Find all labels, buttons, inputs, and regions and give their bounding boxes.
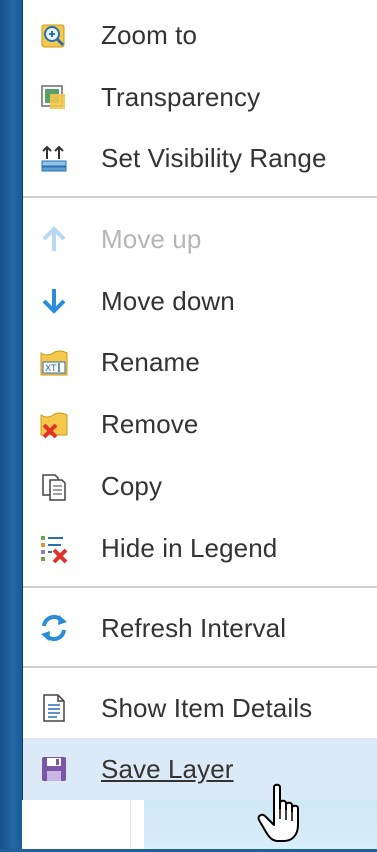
menu-separator <box>23 666 377 668</box>
menu-item-rename[interactable]: XT Rename <box>23 331 377 393</box>
menu-item-zoom-to[interactable]: Zoom to <box>23 4 377 66</box>
menu-item-copy[interactable]: Copy <box>23 455 377 517</box>
save-icon <box>39 754 69 784</box>
map-background <box>0 0 22 849</box>
panel-divider <box>130 800 131 849</box>
menu-item-save-layer[interactable]: Save Layer <box>23 738 377 800</box>
rename-icon: XT <box>39 347 69 377</box>
menu-item-transparency[interactable]: Transparency <box>23 66 377 128</box>
menu-item-label: Move up <box>101 223 202 254</box>
remove-icon <box>39 409 69 439</box>
menu-item-show-item-details[interactable]: Show Item Details <box>23 677 377 739</box>
arrow-up-icon <box>39 224 69 254</box>
refresh-icon <box>39 613 69 643</box>
menu-item-label: Transparency <box>101 81 261 112</box>
svg-text:XT: XT <box>45 364 57 374</box>
menu-item-move-down[interactable]: Move down <box>23 270 377 332</box>
zoom-to-icon <box>39 20 69 50</box>
menu-item-label: Copy <box>101 470 163 501</box>
menu-item-label: Save Layer <box>101 753 234 784</box>
menu-item-label: Set Visibility Range <box>101 142 327 173</box>
menu-item-label: Rename <box>101 346 200 377</box>
menu-item-remove[interactable]: Remove <box>23 393 377 455</box>
menu-item-label: Refresh Interval <box>101 612 287 643</box>
menu-item-move-up[interactable]: Move up <box>23 208 377 270</box>
hand-pointer-icon <box>256 783 312 847</box>
menu-separator <box>23 586 377 588</box>
menu-item-label: Show Item Details <box>101 692 313 723</box>
menu-item-refresh-interval[interactable]: Refresh Interval <box>23 597 377 659</box>
menu-item-set-visibility-range[interactable]: Set Visibility Range <box>23 127 377 189</box>
menu-item-label: Hide in Legend <box>101 532 278 563</box>
underlying-panel <box>22 800 377 849</box>
transparency-icon <box>39 82 69 112</box>
visibility-range-icon <box>39 143 69 173</box>
document-icon <box>39 693 69 723</box>
hide-legend-icon <box>39 533 69 564</box>
layer-context-menu: Zoom to Transparency Set Visibility Rang… <box>22 0 377 800</box>
menu-item-label: Remove <box>101 408 199 439</box>
menu-item-hide-in-legend[interactable]: Hide in Legend <box>23 517 377 579</box>
menu-separator <box>23 196 377 198</box>
menu-item-label: Zoom to <box>101 19 198 50</box>
copy-icon <box>39 471 69 501</box>
menu-item-label: Move down <box>101 285 235 316</box>
arrow-down-icon <box>39 286 69 316</box>
